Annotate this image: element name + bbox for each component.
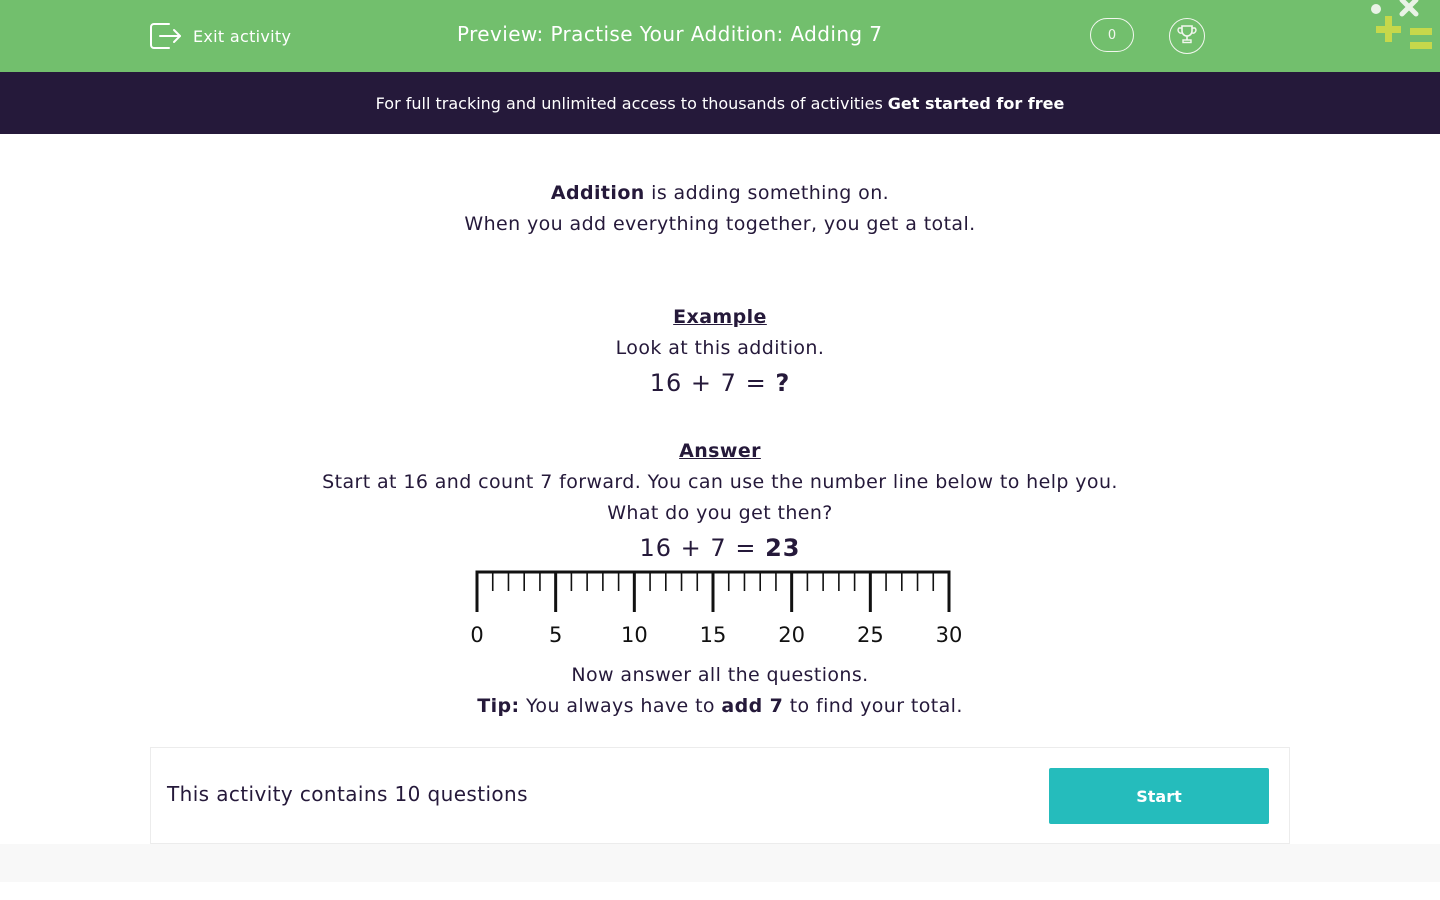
number-line-label: 0 bbox=[470, 623, 483, 647]
brand-logo bbox=[1366, 0, 1440, 56]
answer-result: 23 bbox=[765, 534, 801, 562]
answer-line-2: What do you get then? bbox=[607, 502, 833, 524]
number-line-label: 30 bbox=[936, 623, 963, 647]
page-title: Preview: Practise Your Addition: Adding … bbox=[457, 22, 883, 46]
banner-text: For full tracking and unlimited access t… bbox=[375, 93, 883, 113]
number-line-label: 25 bbox=[857, 623, 884, 647]
answer-line-1: Start at 16 and count 7 forward. You can… bbox=[322, 471, 1118, 493]
trophy-button[interactable] bbox=[1169, 18, 1205, 54]
tip-label: Tip: bbox=[477, 695, 520, 717]
number-line-label: 5 bbox=[549, 623, 562, 647]
top-bar: Exit activity Preview: Practise Your Add… bbox=[0, 0, 1440, 72]
intro-line-1-text: is adding something on. bbox=[644, 182, 890, 204]
intro-line-1: Addition is adding something on. bbox=[0, 179, 1440, 207]
example-equation-text: 16 + 7 = bbox=[649, 369, 776, 397]
tip-emphasis: add 7 bbox=[721, 695, 784, 717]
exit-activity-button[interactable]: Exit activity bbox=[149, 20, 291, 52]
addition-term: Addition bbox=[550, 182, 645, 204]
question-count-text: This activity contains 10 questions bbox=[167, 782, 528, 806]
outro-line-1: Now answer all the questions. bbox=[571, 664, 869, 686]
upgrade-banner: For full tracking and unlimited access t… bbox=[0, 72, 1440, 134]
number-line-label: 10 bbox=[621, 623, 648, 647]
trophy-icon bbox=[1176, 23, 1198, 49]
tip-text-pre: You always have to bbox=[519, 695, 722, 717]
exit-activity-label: Exit activity bbox=[193, 26, 292, 46]
activity-card: This activity contains 10 questions Star… bbox=[150, 747, 1290, 844]
example-equation: 16 + 7 = ? bbox=[0, 369, 1440, 397]
start-button[interactable]: Start bbox=[1049, 768, 1269, 824]
answer-heading: Answer bbox=[679, 440, 761, 462]
answer-equation-text: 16 + 7 = bbox=[639, 534, 766, 562]
example-text: Look at this addition. bbox=[615, 337, 825, 359]
example-heading: Example bbox=[673, 306, 767, 328]
intro-line-2: When you add everything together, you ge… bbox=[464, 213, 976, 235]
tip-line: Tip: You always have to add 7 to find yo… bbox=[0, 692, 1440, 720]
tip-text-post: to find your total. bbox=[783, 695, 963, 717]
exit-icon bbox=[149, 21, 183, 51]
answer-equation: 16 + 7 = 23 bbox=[0, 534, 1440, 562]
number-line-label: 15 bbox=[700, 623, 727, 647]
example-unknown: ? bbox=[775, 369, 791, 397]
number-line-label: 20 bbox=[778, 623, 805, 647]
get-started-link[interactable]: Get started for free bbox=[888, 94, 1065, 113]
score-counter[interactable]: 0 bbox=[1090, 18, 1134, 52]
footer-band bbox=[0, 844, 1440, 882]
number-line: 0 5 10 15 20 25 30 bbox=[470, 570, 963, 647]
